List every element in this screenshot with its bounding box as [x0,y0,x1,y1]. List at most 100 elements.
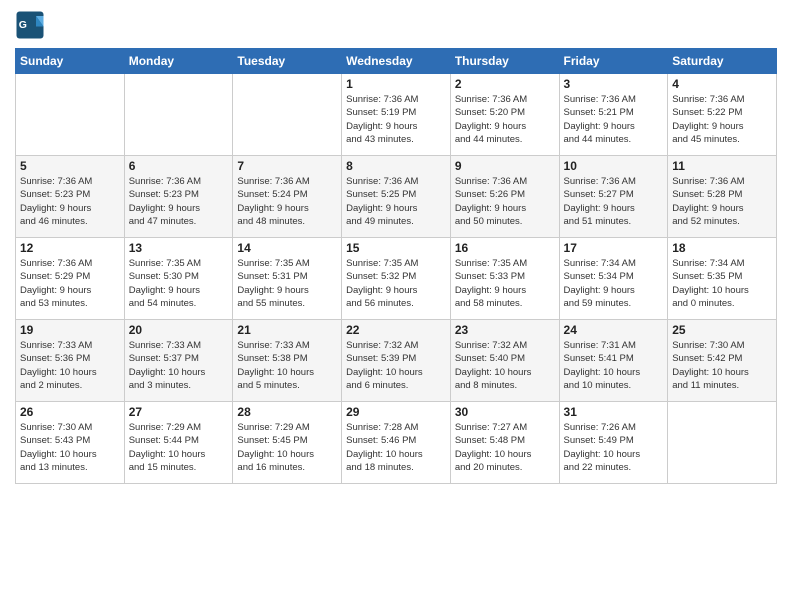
day-info: Sunrise: 7:36 AM Sunset: 5:28 PM Dayligh… [672,175,772,228]
day-info: Sunrise: 7:32 AM Sunset: 5:40 PM Dayligh… [455,339,555,392]
weekday-header-row: SundayMondayTuesdayWednesdayThursdayFrid… [16,49,777,74]
calendar-cell: 29 Sunrise: 7:28 AM Sunset: 5:46 PM Dayli… [342,402,451,484]
calendar-cell [16,74,125,156]
day-number: 17 [564,241,664,255]
calendar-cell: 14Sunrise: 7:35 AM Sunset: 5:31 PM Dayli… [233,238,342,320]
calendar-cell: 20Sunrise: 7:33 AM Sunset: 5:37 PM Dayli… [124,320,233,402]
weekday-header-sunday: Sunday [16,49,125,74]
calendar-cell: 31 Sunrise: 7:26 AM Sunset: 5:49 PM Dayli… [559,402,668,484]
day-number: 16 [455,241,555,255]
day-info: Sunrise: 7:34 AM Sunset: 5:35 PM Dayligh… [672,257,772,310]
day-number: 26 [20,405,120,419]
day-number: 22 [346,323,446,337]
weekday-header-thursday: Thursday [450,49,559,74]
day-number: 19 [20,323,120,337]
day-number: 27 [129,405,229,419]
calendar-cell: 30 Sunrise: 7:27 AM Sunset: 5:48 PM Dayli… [450,402,559,484]
day-info: Sunrise: 7:36 AM Sunset: 5:25 PM Dayligh… [346,175,446,228]
calendar-cell: 4 Sunrise: 7:36 AM Sunset: 5:22 PM Daylig… [668,74,777,156]
day-info: Sunrise: 7:27 AM Sunset: 5:48 PM Dayligh… [455,421,555,474]
calendar-cell: 1 Sunrise: 7:36 AM Sunset: 5:19 PM Daylig… [342,74,451,156]
logo-icon: G [15,10,45,40]
weekday-header-wednesday: Wednesday [342,49,451,74]
day-number: 29 [346,405,446,419]
calendar-cell: 11 Sunrise: 7:36 AM Sunset: 5:28 PM Dayli… [668,156,777,238]
day-info: Sunrise: 7:29 AM Sunset: 5:45 PM Dayligh… [237,421,337,474]
calendar-cell: 24Sunrise: 7:31 AM Sunset: 5:41 PM Dayli… [559,320,668,402]
day-info: Sunrise: 7:30 AM Sunset: 5:42 PM Dayligh… [672,339,772,392]
day-number: 8 [346,159,446,173]
day-info: Sunrise: 7:33 AM Sunset: 5:38 PM Dayligh… [237,339,337,392]
calendar-table: SundayMondayTuesdayWednesdayThursdayFrid… [15,48,777,484]
calendar-cell: 25 Sunrise: 7:30 AM Sunset: 5:42 PM Dayli… [668,320,777,402]
calendar-cell [233,74,342,156]
day-number: 25 [672,323,772,337]
day-info: Sunrise: 7:28 AM Sunset: 5:46 PM Dayligh… [346,421,446,474]
calendar-cell: 5 Sunrise: 7:36 AM Sunset: 5:23 PM Daylig… [16,156,125,238]
day-info: Sunrise: 7:34 AM Sunset: 5:34 PM Dayligh… [564,257,664,310]
day-number: 15 [346,241,446,255]
day-number: 5 [20,159,120,173]
calendar-cell: 22 Sunrise: 7:32 AM Sunset: 5:39 PM Dayli… [342,320,451,402]
day-info: Sunrise: 7:36 AM Sunset: 5:20 PM Dayligh… [455,93,555,146]
calendar-cell: 18 Sunrise: 7:34 AM Sunset: 5:35 PM Dayli… [668,238,777,320]
calendar-cell: 23 Sunrise: 7:32 AM Sunset: 5:40 PM Dayli… [450,320,559,402]
day-info: Sunrise: 7:33 AM Sunset: 5:37 PM Dayligh… [129,339,229,392]
calendar-cell: 7 Sunrise: 7:36 AM Sunset: 5:24 PM Daylig… [233,156,342,238]
day-info: Sunrise: 7:36 AM Sunset: 5:22 PM Dayligh… [672,93,772,146]
day-info: Sunrise: 7:36 AM Sunset: 5:21 PM Dayligh… [564,93,664,146]
calendar-cell: 16 Sunrise: 7:35 AM Sunset: 5:33 PM Dayli… [450,238,559,320]
calendar-cell: 27 Sunrise: 7:29 AM Sunset: 5:44 PM Dayli… [124,402,233,484]
day-number: 9 [455,159,555,173]
calendar-cell [668,402,777,484]
calendar-week-row: 12 Sunrise: 7:36 AM Sunset: 5:29 PM Dayli… [16,238,777,320]
day-number: 4 [672,77,772,91]
day-info: Sunrise: 7:36 AM Sunset: 5:26 PM Dayligh… [455,175,555,228]
calendar-week-row: 19 Sunrise: 7:33 AM Sunset: 5:36 PM Dayli… [16,320,777,402]
svg-text:G: G [19,19,27,31]
day-info: Sunrise: 7:36 AM Sunset: 5:23 PM Dayligh… [129,175,229,228]
calendar-cell: 6Sunrise: 7:36 AM Sunset: 5:23 PM Daylig… [124,156,233,238]
day-info: Sunrise: 7:35 AM Sunset: 5:32 PM Dayligh… [346,257,446,310]
day-info: Sunrise: 7:33 AM Sunset: 5:36 PM Dayligh… [20,339,120,392]
day-number: 13 [129,241,229,255]
day-info: Sunrise: 7:36 AM Sunset: 5:23 PM Dayligh… [20,175,120,228]
day-info: Sunrise: 7:35 AM Sunset: 5:33 PM Dayligh… [455,257,555,310]
day-number: 7 [237,159,337,173]
calendar-cell [124,74,233,156]
day-number: 10 [564,159,664,173]
day-info: Sunrise: 7:29 AM Sunset: 5:44 PM Dayligh… [129,421,229,474]
calendar-cell: 21 Sunrise: 7:33 AM Sunset: 5:38 PM Dayli… [233,320,342,402]
day-number: 2 [455,77,555,91]
day-number: 11 [672,159,772,173]
calendar-week-row: 26Sunrise: 7:30 AM Sunset: 5:43 PM Dayli… [16,402,777,484]
calendar-cell: 2 Sunrise: 7:36 AM Sunset: 5:20 PM Daylig… [450,74,559,156]
day-info: Sunrise: 7:36 AM Sunset: 5:19 PM Dayligh… [346,93,446,146]
calendar-cell: 17 Sunrise: 7:34 AM Sunset: 5:34 PM Dayli… [559,238,668,320]
day-number: 28 [237,405,337,419]
day-info: Sunrise: 7:36 AM Sunset: 5:27 PM Dayligh… [564,175,664,228]
weekday-header-friday: Friday [559,49,668,74]
calendar-week-row: 5 Sunrise: 7:36 AM Sunset: 5:23 PM Daylig… [16,156,777,238]
header: G [15,10,777,40]
day-number: 23 [455,323,555,337]
day-info: Sunrise: 7:36 AM Sunset: 5:24 PM Dayligh… [237,175,337,228]
weekday-header-tuesday: Tuesday [233,49,342,74]
day-info: Sunrise: 7:32 AM Sunset: 5:39 PM Dayligh… [346,339,446,392]
calendar-cell: 3Sunrise: 7:36 AM Sunset: 5:21 PM Daylig… [559,74,668,156]
calendar-cell: 19 Sunrise: 7:33 AM Sunset: 5:36 PM Dayli… [16,320,125,402]
day-number: 12 [20,241,120,255]
day-number: 18 [672,241,772,255]
day-number: 1 [346,77,446,91]
logo: G [15,10,49,40]
page-container: G SundayMondayTuesdayWednesdayThursdayFr… [0,0,792,494]
day-number: 30 [455,405,555,419]
day-number: 21 [237,323,337,337]
calendar-cell: 9 Sunrise: 7:36 AM Sunset: 5:26 PM Daylig… [450,156,559,238]
day-number: 31 [564,405,664,419]
calendar-cell: 13 Sunrise: 7:35 AM Sunset: 5:30 PM Dayli… [124,238,233,320]
day-info: Sunrise: 7:35 AM Sunset: 5:30 PM Dayligh… [129,257,229,310]
calendar-cell: 12 Sunrise: 7:36 AM Sunset: 5:29 PM Dayli… [16,238,125,320]
day-info: Sunrise: 7:36 AM Sunset: 5:29 PM Dayligh… [20,257,120,310]
day-info: Sunrise: 7:26 AM Sunset: 5:49 PM Dayligh… [564,421,664,474]
